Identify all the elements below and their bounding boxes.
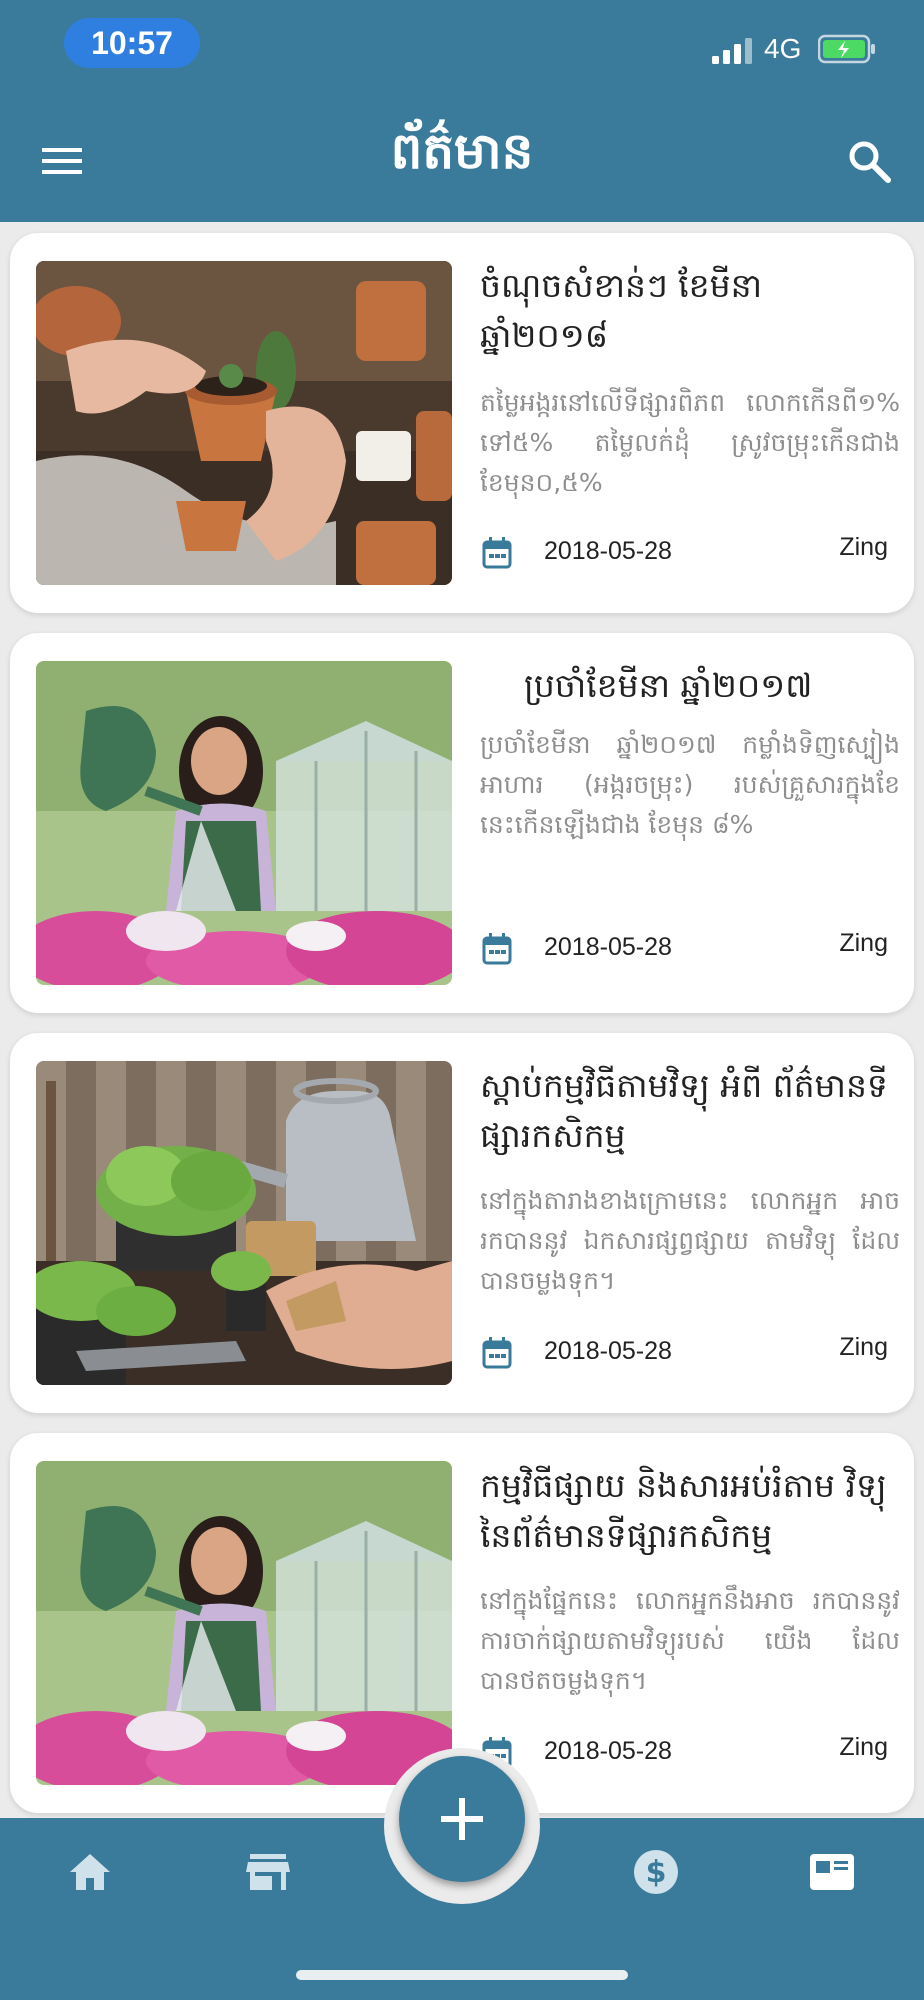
news-thumbnail-seedlings [36, 1061, 452, 1385]
status-bar: 10:57 4G [0, 0, 924, 90]
signal-icon [712, 38, 752, 64]
news-date: 2018-05-28 [544, 1337, 672, 1365]
news-meta: 2018-05-28 Zing [480, 533, 900, 573]
calendar-icon [482, 933, 512, 965]
calendar-icon [482, 537, 512, 569]
status-time: 10:57 [64, 18, 200, 68]
news-title[interactable]: កម្មវិធីផ្សាយ និងសារអប់រំតាម វិទ្យុ នៃព័… [480, 1461, 900, 1561]
news-card[interactable]: ប្រចាំខែមីនា ឆ្នាំ២០១៧ ប្រចាំខែមីនា ឆ្នា… [10, 633, 914, 1013]
news-source: Zing [839, 929, 888, 957]
news-date: 2018-05-28 [544, 933, 672, 961]
news-date: 2018-05-28 [544, 1737, 672, 1765]
news-source: Zing [839, 533, 888, 561]
news-source: Zing [839, 1333, 888, 1361]
news-meta: 2018-05-28 Zing [480, 1733, 900, 1773]
news-title[interactable]: ចំណុចសំខាន់ៗ ខែមីនា ឆ្នាំ២០១៨ [480, 261, 900, 361]
news-title[interactable]: ស្តាប់កម្មវិធីតាមវិទ្យុ អំពី ព័ត៌មានទីផ្… [480, 1061, 900, 1161]
news-meta: 2018-05-28 Zing [480, 1333, 900, 1373]
calendar-icon [482, 1337, 512, 1369]
news-icon[interactable] [808, 1848, 856, 1896]
dollar-icon[interactable]: $ [632, 1848, 680, 1896]
news-card[interactable]: ស្តាប់កម្មវិធីតាមវិទ្យុ អំពី ព័ត៌មានទីផ្… [10, 1033, 914, 1413]
news-source: Zing [839, 1733, 888, 1761]
home-indicator [296, 1970, 628, 1980]
svg-text:$: $ [646, 1855, 667, 1890]
add-button[interactable] [399, 1756, 525, 1882]
news-description: ប្រចាំខែមីនា ឆ្នាំ២០១៧ កម្លាំងទិញស្បៀងអា… [480, 730, 900, 839]
store-icon[interactable] [244, 1848, 292, 1896]
news-card[interactable]: ចំណុចសំខាន់ៗ ខែមីនា ឆ្នាំ២០១៨ តម្លៃអង្ករ… [10, 233, 914, 613]
home-icon[interactable] [66, 1848, 114, 1896]
search-icon[interactable] [846, 138, 892, 184]
news-description: តម្លៃអង្ករនៅលើទីផ្សារពិភព លោកកើនពី១% ទៅ៥… [480, 388, 900, 497]
news-description: នៅក្នុងតារាងខាងក្រោមនេះ លោកអ្នក អាចរកបាន… [480, 1186, 900, 1295]
news-thumbnail-potted-cactus [36, 261, 452, 585]
news-screen: 10:57 4G ព័ត៌មាន ចំណុចសំខាន់ៗ ខែមីនា ឆ្ន… [0, 0, 924, 2000]
news-thumbnail-woman-watering [36, 661, 452, 985]
news-title[interactable]: ប្រចាំខែមីនា ឆ្នាំ២០១៧ [480, 661, 900, 711]
battery-icon [818, 34, 875, 64]
page-title: ព័ត៌មាន [390, 121, 534, 180]
app-header: 10:57 4G ព័ត៌មាន [0, 0, 924, 222]
plus-icon [441, 1798, 483, 1840]
network-type: 4G [764, 33, 802, 64]
news-thumbnail-woman-watering [36, 1461, 452, 1785]
news-date: 2018-05-28 [544, 537, 672, 565]
news-meta: 2018-05-28 Zing [480, 929, 900, 969]
news-description: នៅក្នុងផ្នែកនេះ លោកអ្នកនឹងអាច រកបាននូវ ក… [480, 1586, 900, 1695]
